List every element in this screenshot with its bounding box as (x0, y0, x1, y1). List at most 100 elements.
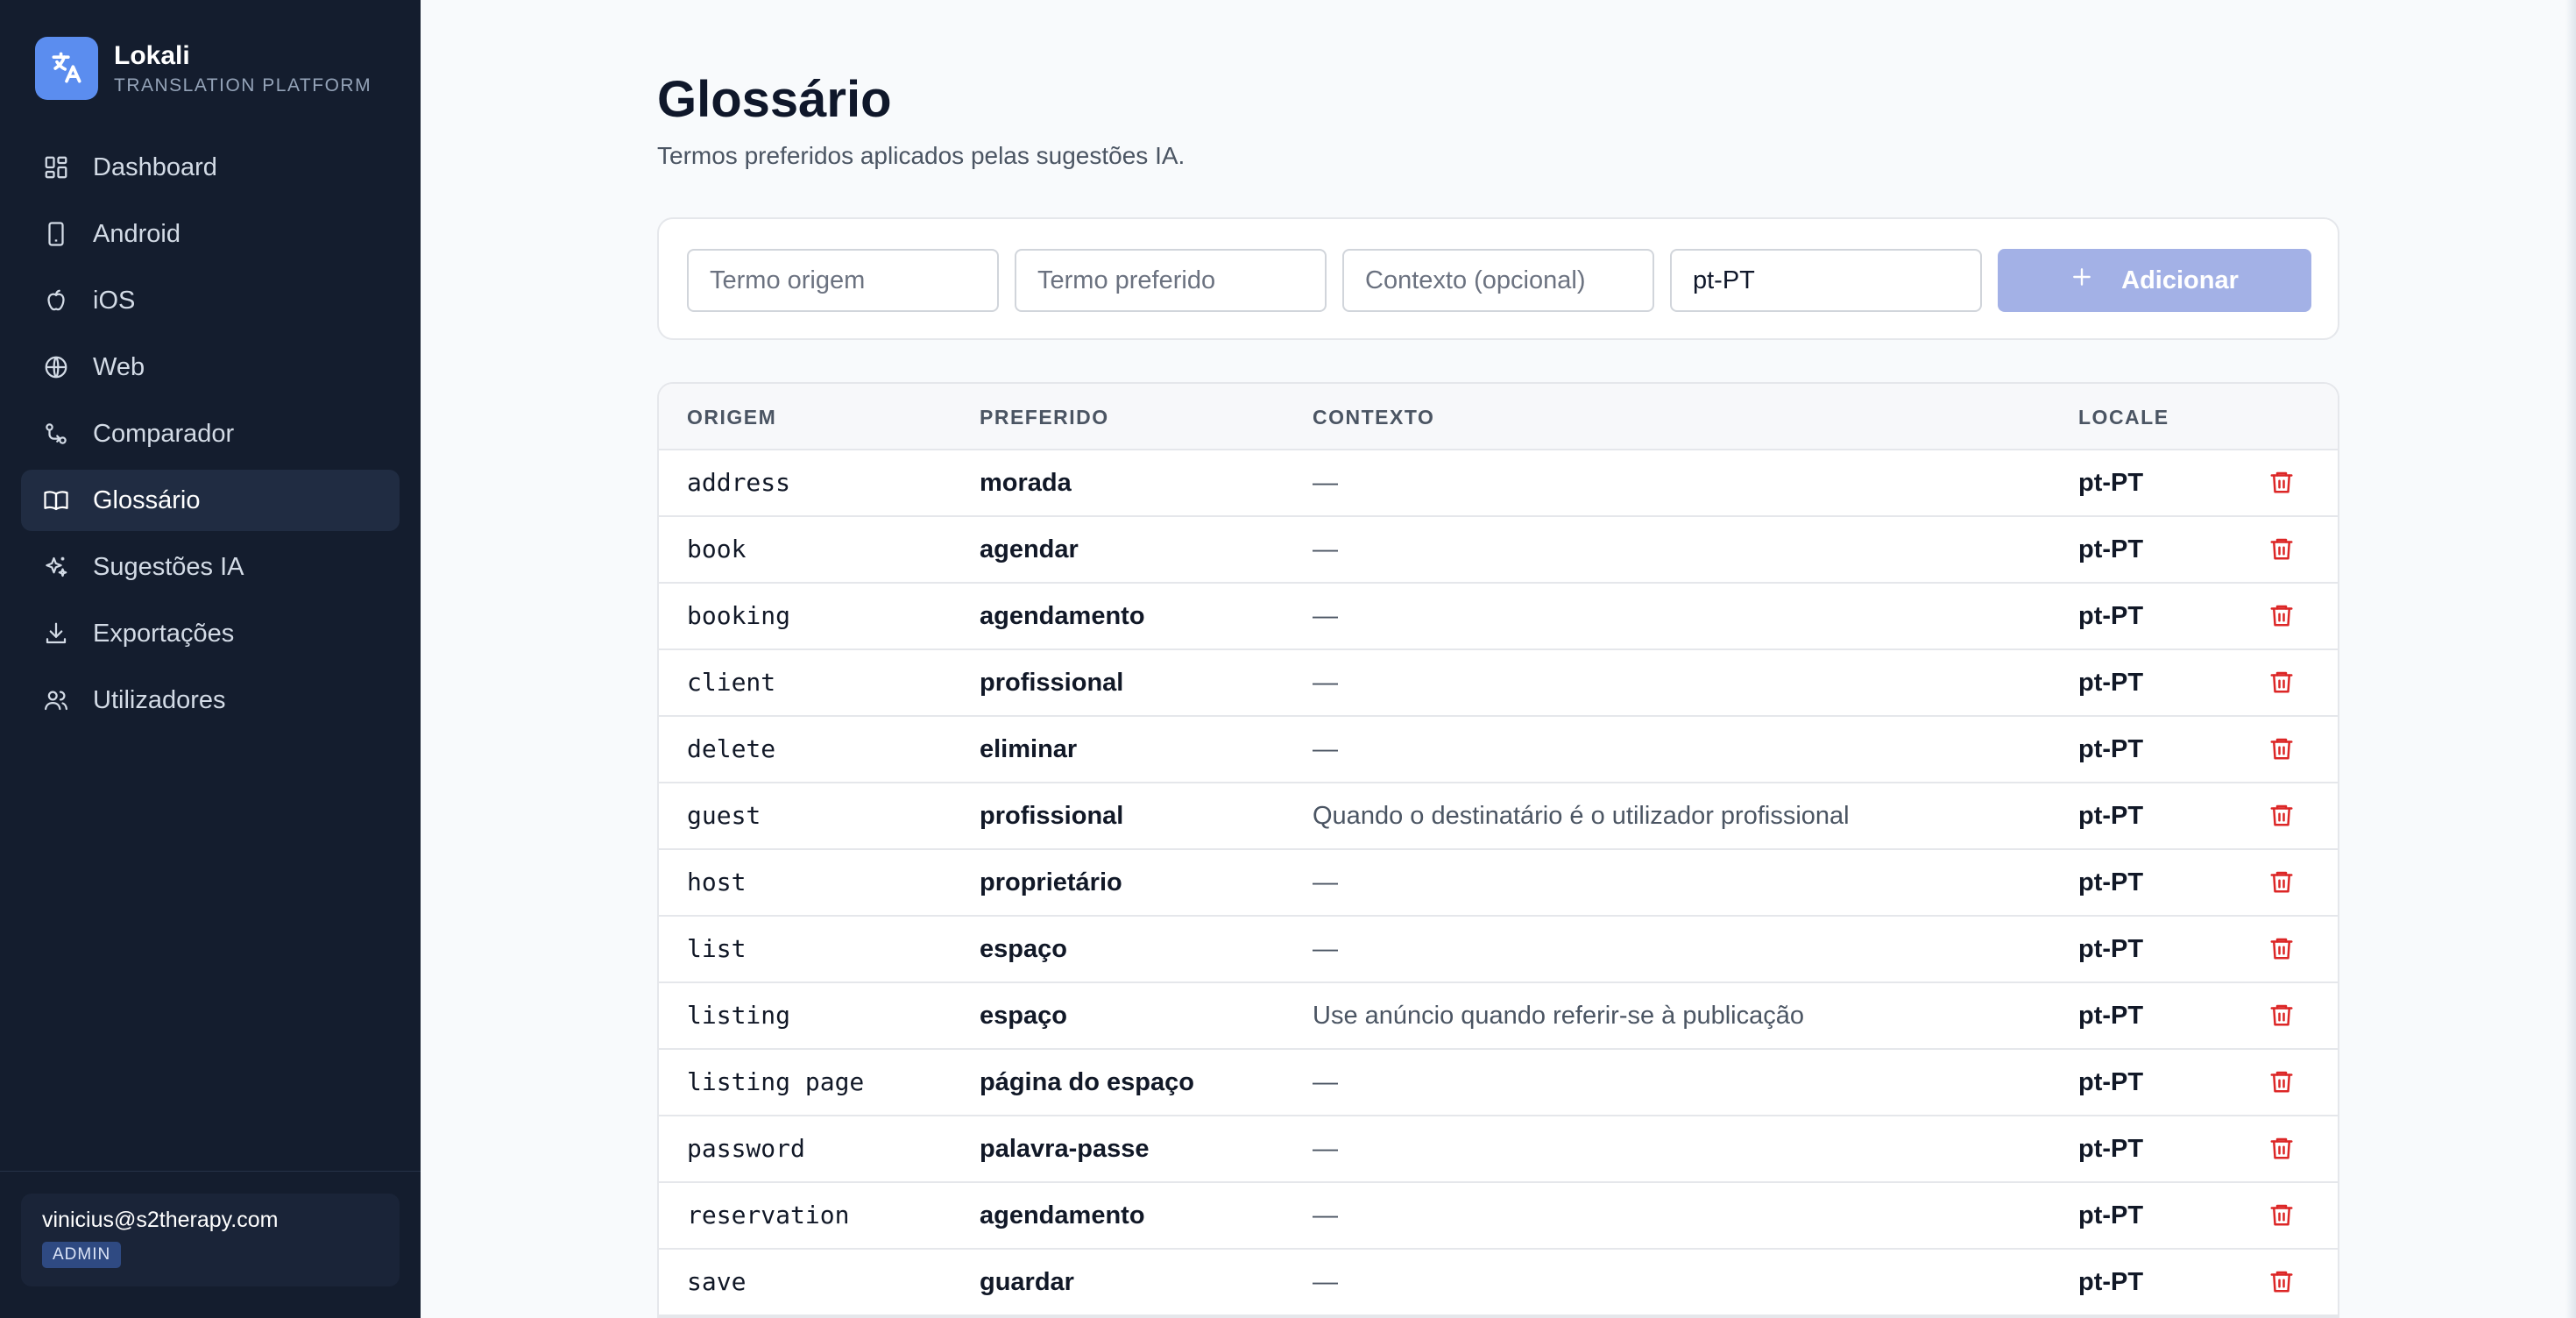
cell-context: — (1313, 1135, 1338, 1163)
trash-icon[interactable] (2264, 1130, 2299, 1166)
cell-context: — (1313, 1268, 1338, 1296)
cell-context: — (1313, 1201, 1338, 1229)
sidebar-item-label: Web (93, 352, 145, 381)
column-header-context: CONTEXTO (1313, 406, 1435, 429)
table-row: guest profissional Quando o destinatário é… (659, 783, 2338, 850)
sidebar-item-android[interactable]: Android (21, 203, 400, 265)
cell-preferred: proprietário (980, 868, 1122, 896)
brand-subtitle: TRANSLATION PLATFORM (114, 75, 372, 96)
sidebar-item-dashboard[interactable]: Dashboard (21, 137, 400, 198)
brand[interactable]: Lokali TRANSLATION PLATFORM (35, 37, 372, 100)
trash-icon[interactable] (2264, 464, 2299, 500)
globe-icon (42, 353, 70, 381)
source-term-input[interactable] (687, 249, 999, 312)
preferred-term-input[interactable] (1015, 249, 1327, 312)
sidebar-item-label: Comparador (93, 419, 235, 448)
table-row: reservation agendamento — pt-PT (659, 1183, 2338, 1250)
cell-preferred: profissional (980, 669, 1124, 697)
cell-context: — (1313, 602, 1338, 630)
table-row: listing page página do espaço — pt-PT (659, 1050, 2338, 1116)
trash-icon[interactable] (2264, 797, 2299, 833)
sidebar-item-label: Sugestões IA (93, 552, 244, 581)
user-card[interactable]: vinicius@s2therapy.com ADMIN (21, 1194, 400, 1286)
sidebar-divider (0, 1171, 421, 1172)
sparkles-icon (42, 553, 70, 581)
glossary-table: ORIGEM PREFERIDO CONTEXTO LOCALE address… (657, 382, 2339, 1318)
cell-preferred: página do espaço (980, 1068, 1194, 1096)
page-subtitle: Termos preferidos aplicados pelas sugest… (657, 142, 1185, 169)
cell-locale: pt-PT (2078, 469, 2144, 497)
table-row: save guardar — pt-PT (659, 1250, 2338, 1316)
trash-icon[interactable] (2264, 731, 2299, 766)
cell-preferred: palavra-passe (980, 1135, 1150, 1163)
dashboard-icon (42, 153, 70, 181)
table-row: delete eliminar — pt-PT (659, 717, 2338, 783)
sidebar-item-comparador[interactable]: Comparador (21, 403, 400, 464)
apple-icon (42, 287, 70, 315)
cell-source: address (687, 468, 791, 497)
users-icon (42, 686, 70, 714)
sidebar-item-label: Exportações (93, 619, 235, 648)
cell-locale: pt-PT (2078, 669, 2144, 697)
trash-icon[interactable] (2264, 598, 2299, 633)
cell-locale: pt-PT (2078, 735, 2144, 763)
cell-preferred: eliminar (980, 735, 1078, 763)
page-title: Glossário (657, 71, 892, 128)
cell-locale: pt-PT (2078, 1068, 2144, 1096)
cell-context: — (1313, 669, 1338, 697)
sidebar-item-exportacoes[interactable]: Exportações (21, 603, 400, 664)
cell-context: — (1313, 868, 1338, 896)
cell-context: — (1313, 469, 1338, 497)
translate-icon (35, 37, 98, 100)
book-icon (42, 486, 70, 514)
cell-source: delete (687, 734, 776, 763)
sidebar: Lokali TRANSLATION PLATFORM Dashboard An… (0, 0, 421, 1318)
cell-locale: pt-PT (2078, 802, 2144, 830)
sidebar-nav: Dashboard Android iOS Web Comparador Glo… (21, 137, 400, 736)
cell-preferred: agendamento (980, 602, 1145, 630)
locale-input[interactable] (1670, 249, 1982, 312)
sidebar-item-glossario[interactable]: Glossário (21, 470, 400, 531)
sidebar-item-ios[interactable]: iOS (21, 270, 400, 331)
cell-preferred: profissional (980, 802, 1124, 830)
cell-source: listing page (687, 1067, 865, 1096)
cell-locale: pt-PT (2078, 1201, 2144, 1229)
add-button-label: Adicionar (2121, 266, 2239, 294)
sidebar-item-label: Utilizadores (93, 685, 226, 714)
cell-source: guest (687, 801, 761, 830)
table-row: booking agendamento — pt-PT (659, 584, 2338, 650)
sidebar-item-web[interactable]: Web (21, 337, 400, 398)
sidebar-item-label: Glossário (93, 485, 201, 514)
column-header-source: ORIGEM (687, 406, 777, 429)
sidebar-item-sugestoes-ia[interactable]: Sugestões IA (21, 536, 400, 598)
cell-source: save (687, 1267, 747, 1296)
add-term-form: Adicionar (657, 217, 2339, 340)
trash-icon[interactable] (2264, 1064, 2299, 1099)
add-button[interactable]: Adicionar (1998, 249, 2311, 312)
sidebar-item-utilizadores[interactable]: Utilizadores (21, 670, 400, 731)
context-input[interactable] (1342, 249, 1654, 312)
trash-icon[interactable] (2264, 931, 2299, 966)
cell-source: password (687, 1134, 805, 1163)
trash-icon[interactable] (2264, 997, 2299, 1032)
trash-icon[interactable] (2264, 864, 2299, 899)
cell-locale: pt-PT (2078, 1002, 2144, 1030)
trash-icon[interactable] (2264, 664, 2299, 699)
cell-preferred: espaço (980, 1002, 1067, 1030)
cell-locale: pt-PT (2078, 535, 2144, 563)
brand-name: Lokali (114, 41, 190, 70)
cell-preferred: agendar (980, 535, 1079, 563)
window-edge (2565, 0, 2576, 1318)
cell-context: — (1313, 1068, 1338, 1096)
cell-context: — (1313, 735, 1338, 763)
trash-icon[interactable] (2264, 1197, 2299, 1232)
column-header-locale: LOCALE (2078, 406, 2169, 429)
table-body: address morada — pt-PT book agendar — pt-PT book… (659, 450, 2338, 1316)
cell-source: booking (687, 601, 791, 630)
cell-context: — (1313, 935, 1338, 963)
role-badge: ADMIN (42, 1242, 122, 1268)
column-header-preferred: PREFERIDO (980, 406, 1109, 429)
trash-icon[interactable] (2264, 531, 2299, 566)
cell-context: — (1313, 535, 1338, 563)
trash-icon[interactable] (2264, 1264, 2299, 1299)
